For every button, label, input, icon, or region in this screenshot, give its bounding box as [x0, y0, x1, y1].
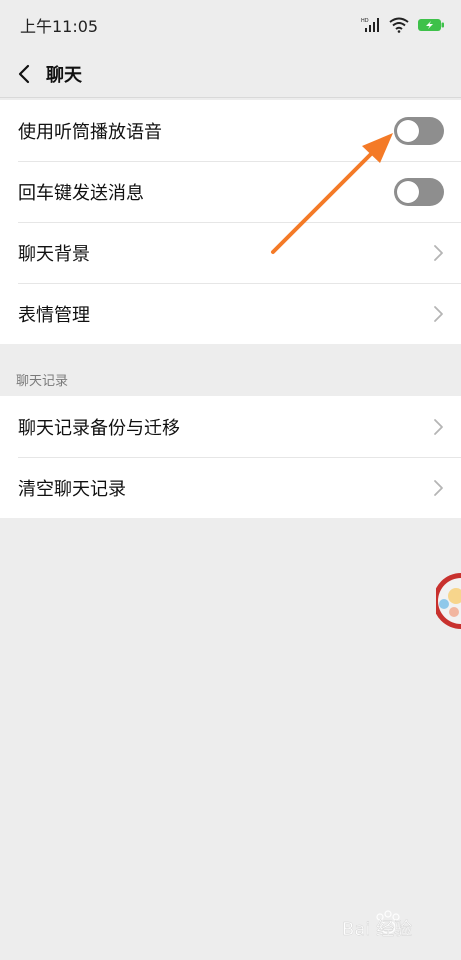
setting-label-sticker-manage: 表情管理 [18, 304, 90, 326]
setting-row-clear-history[interactable]: 清空聊天记录 [0, 457, 461, 518]
chevron-right-icon [434, 418, 443, 435]
hd-label: HD [361, 18, 369, 24]
setting-label-enter-send: 回车键发送消息 [18, 182, 144, 204]
setting-row-backup-migrate[interactable]: 聊天记录备份与迁移 [0, 396, 461, 457]
section-title-chat-history: 聊天记录 [16, 374, 69, 389]
chevron-right-icon [434, 305, 443, 322]
setting-row-sticker-manage[interactable]: 表情管理 [0, 283, 461, 344]
signal-icon: HD [361, 18, 379, 32]
setting-row-chat-background[interactable]: 聊天背景 [0, 222, 461, 283]
toggle-voice-earpiece[interactable] [394, 116, 444, 145]
setting-row-enter-send[interactable]: 回车键发送消息 [0, 161, 461, 222]
battery-icon [418, 19, 444, 31]
status-time: 上午11:05 [20, 17, 99, 36]
status-icons: HD [361, 17, 445, 33]
status-bar: 上午11:05 HD [0, 0, 461, 50]
toggle-knob [397, 119, 419, 142]
page-title: 聊天 [46, 64, 82, 86]
toggle-knob [397, 180, 419, 203]
wifi-icon [389, 17, 409, 33]
baidu-jingyan-watermark: Bai 经验 [342, 910, 412, 940]
chevron-left-icon [18, 64, 30, 83]
chevron-right-icon [434, 479, 443, 496]
setting-row-voice-earpiece[interactable]: 使用听筒播放语音 [0, 100, 461, 161]
setting-label-backup-migrate: 聊天记录备份与迁移 [18, 417, 180, 439]
settings-group-general: 使用听筒播放语音 回车键发送消息 聊天背景 表情管理 [0, 100, 461, 344]
chevron-right-icon [434, 244, 443, 261]
setting-label-chat-background: 聊天背景 [18, 243, 90, 265]
watermark-text: Bai 经验 [342, 919, 412, 940]
settings-group-history: 聊天记录备份与迁移 清空聊天记录 [0, 396, 461, 518]
navigation-bar: 聊天 [0, 50, 461, 98]
toggle-enter-send[interactable] [394, 177, 444, 206]
setting-label-clear-history: 清空聊天记录 [18, 478, 126, 500]
back-button[interactable] [2, 50, 46, 98]
setting-label-voice-earpiece: 使用听筒播放语音 [18, 121, 162, 143]
floating-sticker-icon[interactable] [436, 570, 461, 632]
